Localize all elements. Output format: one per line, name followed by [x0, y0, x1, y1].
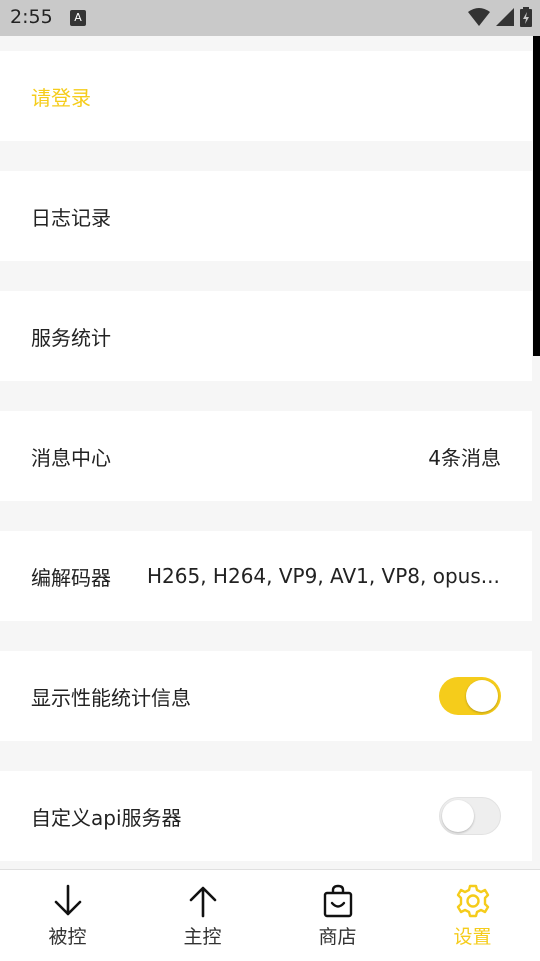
login-row[interactable]: 请登录 [0, 51, 532, 141]
custom-api-toggle[interactable] [439, 797, 501, 835]
nav-item-controlled[interactable]: 被控 [0, 870, 135, 961]
status-icons [468, 7, 532, 27]
custom-api-label: 自定义api服务器 [31, 805, 182, 830]
service-stats-row[interactable]: 服务统计 [0, 291, 532, 381]
message-center-label: 消息中心 [31, 445, 111, 470]
nav-label: 设置 [453, 926, 492, 948]
arrow-up-icon [189, 886, 216, 918]
perf-stats-label: 显示性能统计信息 [31, 685, 191, 710]
shopping-bag-icon [323, 884, 352, 918]
arrow-down-icon [54, 884, 81, 916]
toggle-knob [466, 680, 498, 712]
log-row[interactable]: 日志记录 [0, 171, 532, 261]
status-time: 2:55 [10, 6, 53, 28]
bottom-nav: 被控 主控 商店 设置 [0, 869, 540, 961]
nav-item-settings[interactable]: 设置 [405, 870, 540, 961]
gear-icon [456, 884, 489, 918]
nav-label: 主控 [183, 926, 222, 948]
wifi-icon [468, 8, 490, 26]
battery-icon [520, 7, 532, 27]
notification-icon: A [70, 10, 86, 26]
status-bar: 2:55 A [0, 0, 540, 36]
codec-label: 编解码器 [31, 565, 111, 590]
nav-label: 商店 [318, 926, 357, 948]
toggle-knob [442, 800, 474, 832]
perf-stats-toggle[interactable] [439, 677, 501, 715]
perf-stats-row: 显示性能统计信息 [0, 651, 532, 741]
nav-item-store[interactable]: 商店 [270, 870, 405, 961]
cell-signal-icon [496, 8, 514, 26]
scrollbar[interactable] [533, 36, 540, 356]
service-stats-label: 服务统计 [31, 325, 111, 350]
nav-label: 被控 [48, 926, 87, 948]
custom-api-row: 自定义api服务器 [0, 771, 532, 861]
nav-item-controller[interactable]: 主控 [135, 870, 270, 961]
codec-row[interactable]: 编解码器 H265, H264, VP9, AV1, VP8, opus... [0, 531, 532, 621]
login-label: 请登录 [31, 85, 91, 110]
message-center-row[interactable]: 消息中心 4条消息 [0, 411, 532, 501]
log-label: 日志记录 [31, 205, 111, 230]
settings-list: 请登录 日志记录 服务统计 消息中心 4条消息 编解码器 H265, H264,… [0, 36, 540, 869]
message-count: 4条消息 [428, 445, 501, 470]
codec-value: H265, H264, VP9, AV1, VP8, opus... [147, 564, 500, 588]
